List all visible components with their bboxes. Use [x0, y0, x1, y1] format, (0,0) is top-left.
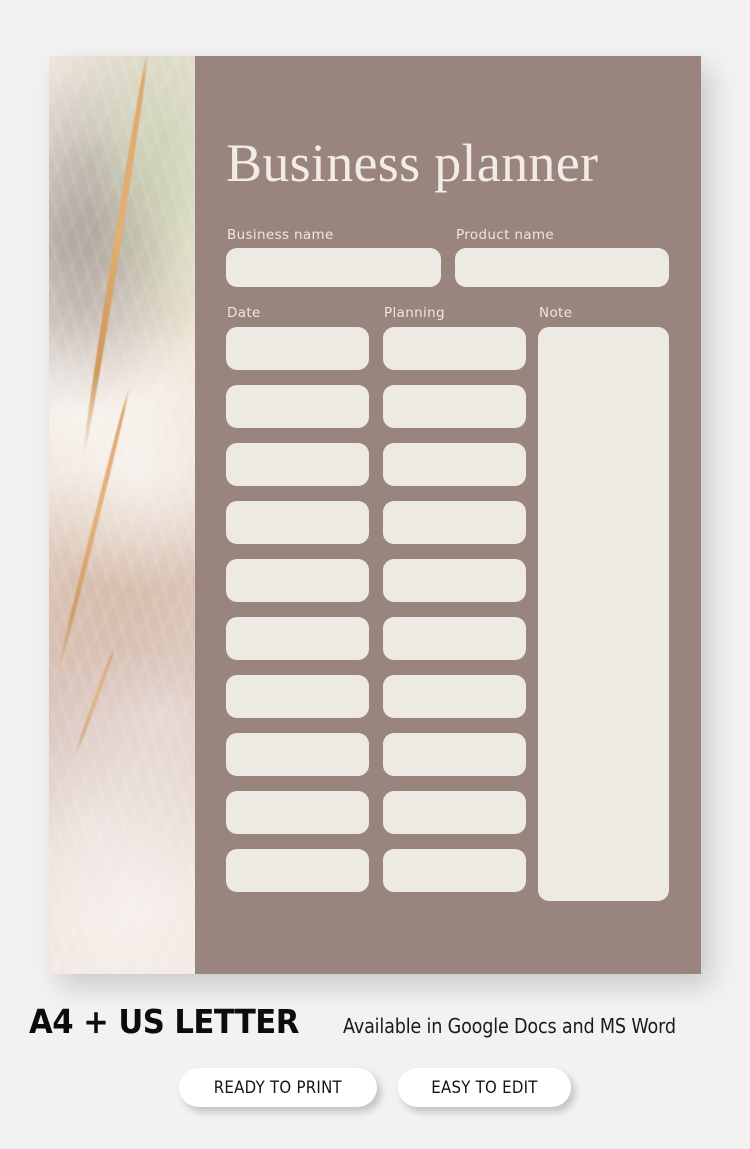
date-row-input[interactable]: [226, 443, 369, 486]
planner-card: Business planner Business name Product n…: [49, 56, 701, 974]
planning-row-input[interactable]: [383, 791, 526, 834]
date-row-input[interactable]: [226, 791, 369, 834]
date-row-input[interactable]: [226, 327, 369, 370]
format-line: A4 + US LETTER Available in Google Docs …: [0, 1002, 750, 1048]
planning-row-input[interactable]: [383, 617, 526, 660]
format-title: A4 + US LETTER: [28, 1002, 299, 1041]
planning-row-input[interactable]: [383, 559, 526, 602]
preview-canvas: Business planner Business name Product n…: [0, 0, 750, 1149]
date-row-input[interactable]: [226, 501, 369, 544]
planning-row-input[interactable]: [383, 849, 526, 892]
form-panel: Business planner Business name Product n…: [195, 56, 701, 974]
badge-row: READY TO PRINT EASY TO EDIT: [0, 1068, 750, 1107]
page-title: Business planner: [226, 133, 599, 193]
availability-text: Available in Google Docs and MS Word: [342, 1014, 676, 1038]
planning-row-input[interactable]: [383, 443, 526, 486]
product-name-label: Product name: [456, 227, 555, 243]
date-row-input[interactable]: [226, 385, 369, 428]
date-row-input[interactable]: [226, 849, 369, 892]
note-row-list: [538, 327, 669, 901]
badge-ready-to-print[interactable]: READY TO PRINT: [179, 1068, 377, 1107]
date-row-list: [226, 327, 369, 892]
date-row-input[interactable]: [226, 733, 369, 776]
marble-sheen-layer: [49, 56, 195, 974]
date-row-input[interactable]: [226, 617, 369, 660]
planning-column-label: Planning: [384, 305, 445, 321]
note-column-label: Note: [539, 305, 573, 321]
date-row-input[interactable]: [226, 559, 369, 602]
product-name-input[interactable]: [455, 248, 669, 287]
planning-row-input[interactable]: [383, 733, 526, 776]
planning-row-list: [383, 327, 526, 892]
note-textarea[interactable]: [538, 327, 669, 901]
planning-row-input[interactable]: [383, 675, 526, 718]
badge-label: READY TO PRINT: [213, 1077, 343, 1098]
date-row-input[interactable]: [226, 675, 369, 718]
badge-easy-to-edit[interactable]: EASY TO EDIT: [397, 1068, 571, 1107]
marble-photo-panel: [49, 56, 195, 974]
date-column-label: Date: [227, 305, 261, 321]
business-name-label: Business name: [227, 227, 334, 243]
business-name-input[interactable]: [226, 248, 441, 287]
planning-row-input[interactable]: [383, 501, 526, 544]
planning-row-input[interactable]: [383, 385, 526, 428]
planning-row-input[interactable]: [383, 327, 526, 370]
badge-label: EASY TO EDIT: [431, 1077, 538, 1098]
